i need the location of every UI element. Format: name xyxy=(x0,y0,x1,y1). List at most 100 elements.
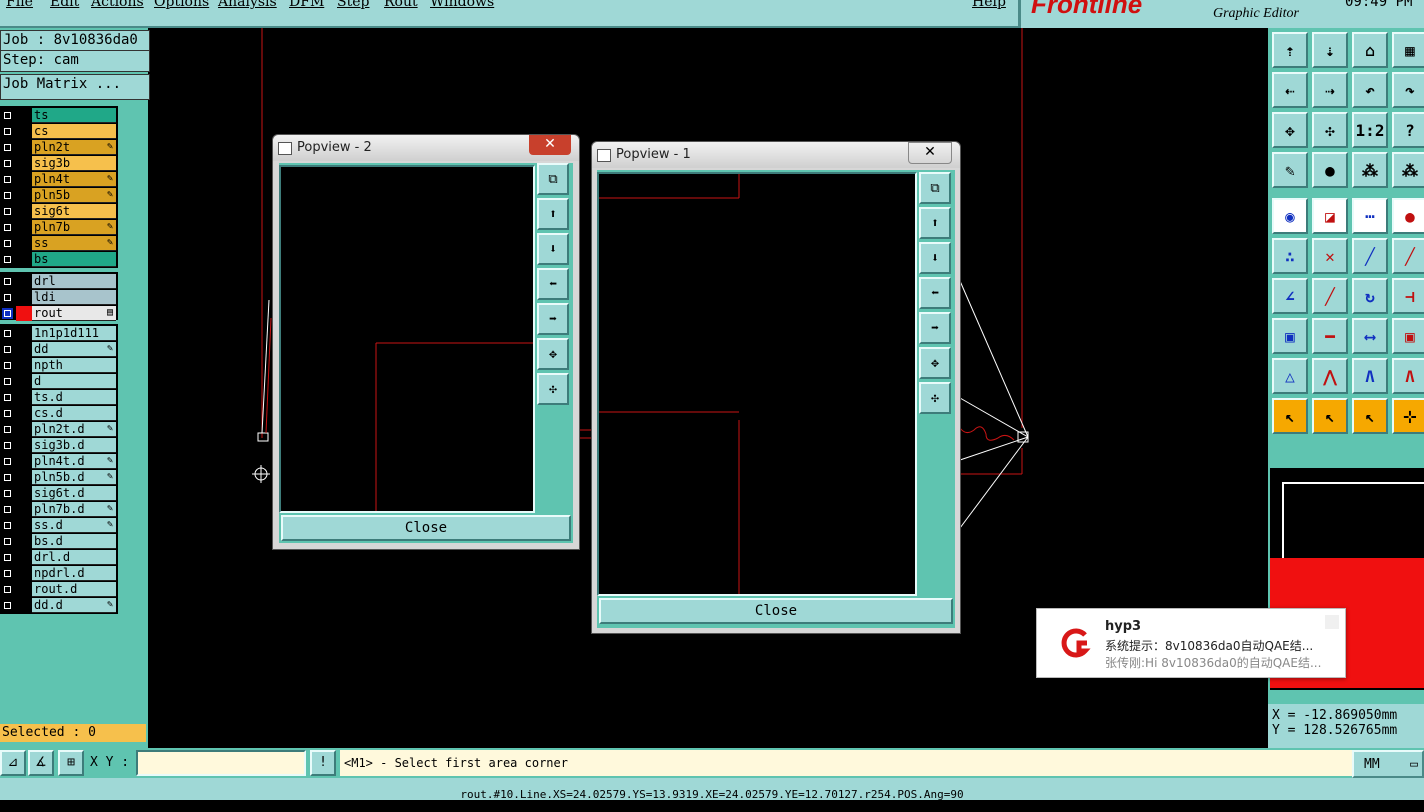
menu-actions[interactable]: Actions xyxy=(91,0,144,10)
layer-color-swatch[interactable] xyxy=(16,550,32,565)
layer-row[interactable]: drl.d xyxy=(0,550,116,565)
layer-name[interactable]: ss.d xyxy=(32,518,116,533)
menu-options[interactable]: Options xyxy=(154,0,209,10)
layer-name[interactable]: npdrl.d xyxy=(32,566,116,581)
layer-row[interactable]: d xyxy=(0,374,116,389)
move-down-icon[interactable]: ⇣ xyxy=(1312,32,1348,68)
zoom-window-icon[interactable]: ⧉ xyxy=(919,172,951,204)
connect-icon[interactable]: ∴ xyxy=(1272,238,1308,274)
menu-rout[interactable]: Rout xyxy=(384,0,418,10)
net-check-icon[interactable]: ⁂ xyxy=(1392,152,1424,188)
layer-color-swatch[interactable] xyxy=(16,582,32,597)
layer-checkbox[interactable] xyxy=(2,190,13,201)
layer-color-swatch[interactable] xyxy=(16,342,32,357)
layer-name[interactable]: dd xyxy=(32,342,116,357)
move-left-icon[interactable]: ⇠ xyxy=(1272,72,1308,108)
layer-name[interactable]: sig6t xyxy=(32,204,116,219)
arc-icon[interactable]: ∠ xyxy=(1272,278,1308,314)
zoom-fit-icon[interactable]: ✥ xyxy=(537,338,569,370)
layer-checkbox[interactable] xyxy=(2,376,13,387)
layer-name[interactable]: bs.d xyxy=(32,534,116,549)
layer-name[interactable]: pln4t xyxy=(32,172,116,187)
layer-name[interactable]: ss xyxy=(32,236,116,251)
layer-name[interactable]: pln5b xyxy=(32,188,116,203)
angle-icon[interactable]: ⋀ xyxy=(1312,358,1348,394)
fit-all-icon[interactable]: ✥ xyxy=(1272,112,1308,148)
layer-row[interactable]: pln2t.d ✎ xyxy=(0,422,116,437)
layer-row[interactable]: drl xyxy=(0,274,116,289)
layer-color-swatch[interactable] xyxy=(16,438,32,453)
popview-2-canvas[interactable] xyxy=(279,165,535,513)
menu-step[interactable]: Step xyxy=(337,0,369,10)
layer-checkbox[interactable] xyxy=(2,110,13,121)
popview-1-close-button[interactable]: Close xyxy=(599,598,953,624)
pan-left-icon[interactable]: ⬅ xyxy=(919,277,951,309)
layer-color-swatch[interactable] xyxy=(16,108,32,123)
layer-name[interactable]: d xyxy=(32,374,116,389)
layer-row[interactable]: cs.d xyxy=(0,406,116,421)
snap-pad-icon[interactable]: ▣ xyxy=(1272,318,1308,354)
layer-color-swatch[interactable] xyxy=(16,236,32,251)
layer-row[interactable]: npdrl.d xyxy=(0,566,116,581)
layer-checkbox[interactable] xyxy=(2,238,13,249)
layer-name[interactable]: pln5b.d xyxy=(32,470,116,485)
layer-checkbox[interactable] xyxy=(2,600,13,611)
layer-checkbox[interactable] xyxy=(2,440,13,451)
layer-color-swatch[interactable] xyxy=(16,502,32,517)
layer-name[interactable]: pln7b.d xyxy=(32,502,116,517)
mirror-icon[interactable]: ⊣ xyxy=(1392,278,1424,314)
layer-row[interactable]: ts.d xyxy=(0,390,116,405)
layer-color-swatch[interactable] xyxy=(16,486,32,501)
layer-name[interactable]: sig3b.d xyxy=(32,438,116,453)
layer-row[interactable]: ts xyxy=(0,108,116,123)
layer-color-swatch[interactable] xyxy=(16,204,32,219)
line-icon[interactable]: ╱ xyxy=(1352,238,1388,274)
arrow-dim-icon[interactable]: Ʌ xyxy=(1392,358,1424,394)
layer-row[interactable]: bs.d xyxy=(0,534,116,549)
zoom-fit-icon[interactable]: ✥ xyxy=(919,347,951,379)
close-icon[interactable]: ✕ xyxy=(529,135,571,155)
layer-name[interactable]: dd.d xyxy=(32,598,116,613)
layer-row[interactable]: ss ✎ xyxy=(0,236,116,251)
layer-row[interactable]: dd.d ✎ xyxy=(0,598,116,613)
move-up-icon[interactable]: ⇡ xyxy=(1272,32,1308,68)
notification-popup[interactable]: hyp3 系统提示：8v10836da0自动QAE结... 张传刚:Hi 8v1… xyxy=(1036,608,1346,678)
layer-row[interactable]: ldi xyxy=(0,290,116,305)
pan-up-icon[interactable]: ⬆ xyxy=(919,207,951,239)
layer-row[interactable]: sig3b xyxy=(0,156,116,171)
menu-file[interactable]: File xyxy=(6,0,33,10)
popview-1-canvas[interactable] xyxy=(597,172,917,596)
layer-color-swatch[interactable] xyxy=(16,374,32,389)
layer-checkbox[interactable] xyxy=(2,308,13,319)
align-icon[interactable]: ⟷ xyxy=(1352,318,1388,354)
layer-checkbox[interactable] xyxy=(2,392,13,403)
layer-row[interactable]: dd ✎ xyxy=(0,342,116,357)
select-net-icon[interactable]: ⊹ xyxy=(1392,398,1424,434)
menu-analysis[interactable]: Analysis xyxy=(218,0,277,10)
layer-name[interactable]: rout.d xyxy=(32,582,116,597)
layer-checkbox[interactable] xyxy=(2,536,13,547)
layer-checkbox[interactable] xyxy=(2,488,13,499)
triangle-icon[interactable]: △ xyxy=(1272,358,1308,394)
layer-checkbox[interactable] xyxy=(2,206,13,217)
layer-row[interactable]: pln4t.d ✎ xyxy=(0,454,116,469)
layer-name[interactable]: ldi xyxy=(32,290,116,305)
layer-row[interactable]: ss.d ✎ xyxy=(0,518,116,533)
pan-down-icon[interactable]: ⬇ xyxy=(537,233,569,265)
layer-color-swatch[interactable] xyxy=(16,566,32,581)
layer-name[interactable]: drl.d xyxy=(32,550,116,565)
undo-icon[interactable]: ↶ xyxy=(1352,72,1388,108)
layer-checkbox[interactable] xyxy=(2,472,13,483)
layer-checkbox[interactable] xyxy=(2,328,13,339)
layer-checkbox[interactable] xyxy=(2,408,13,419)
group-icon[interactable]: ▣ xyxy=(1392,318,1424,354)
layer-color-swatch[interactable] xyxy=(16,518,32,533)
layer-checkbox[interactable] xyxy=(2,126,13,137)
layer-name[interactable]: pln7b xyxy=(32,220,116,235)
cross-icon[interactable]: ✕ xyxy=(1312,238,1348,274)
layer-row[interactable]: pln5b.d ✎ xyxy=(0,470,116,485)
layer-color-swatch[interactable] xyxy=(16,422,32,437)
layer-color-swatch[interactable] xyxy=(16,326,32,341)
layer-color-swatch[interactable] xyxy=(16,188,32,203)
job-matrix-button[interactable]: Job Matrix ... xyxy=(0,74,150,100)
